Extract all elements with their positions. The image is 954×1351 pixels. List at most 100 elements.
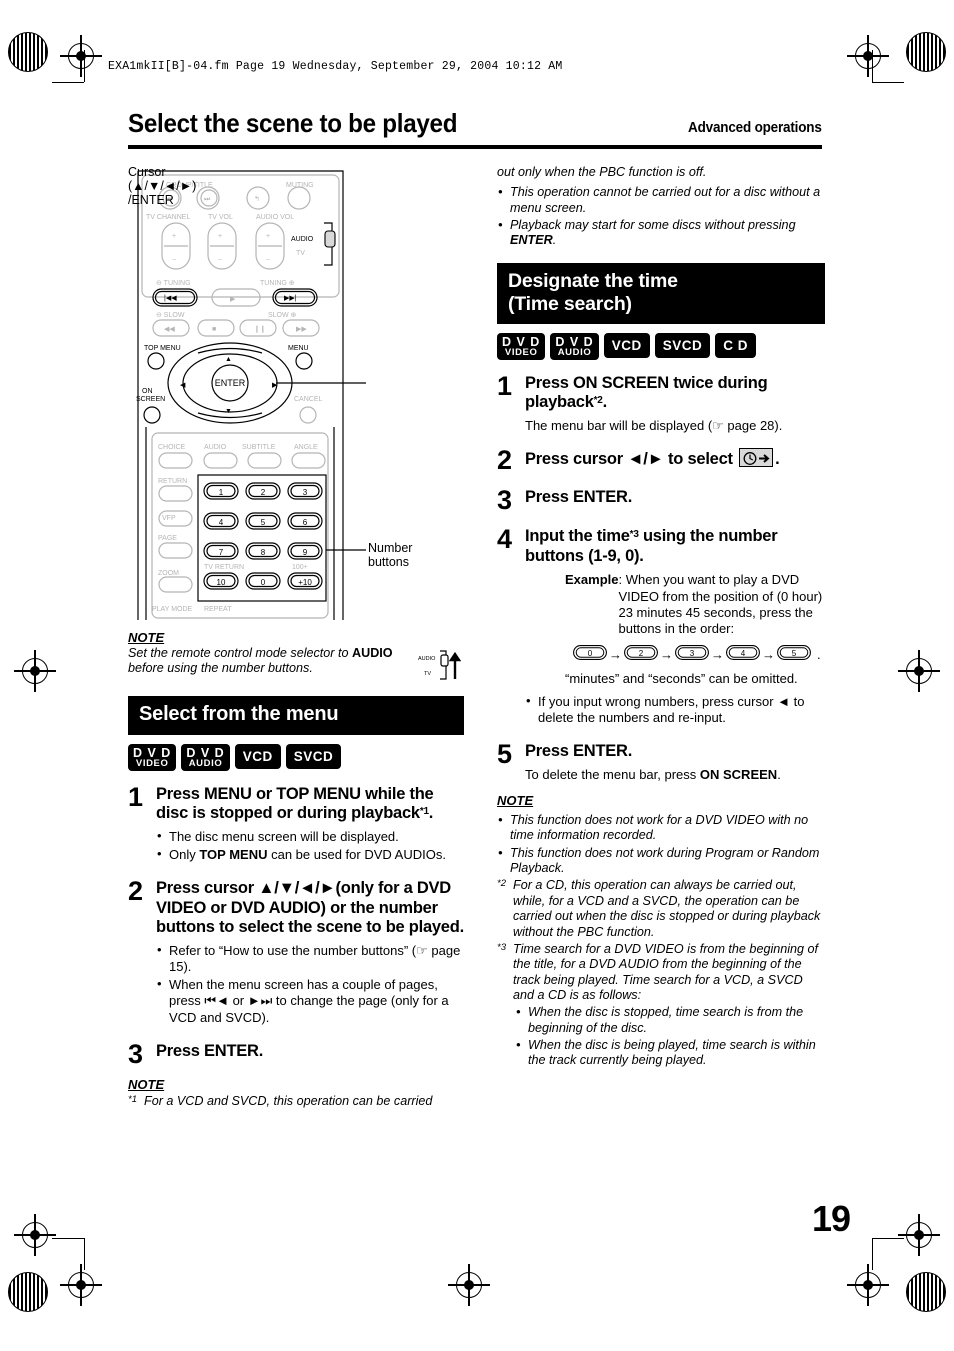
footnote-3: *3 Time search for a DVD VIDEO is from t…: [497, 942, 825, 1069]
list-item: This operation cannot be carried out for…: [497, 184, 825, 216]
step-title-post: .: [775, 450, 780, 469]
step-title: Press MENU or TOP MENU while the disc is…: [156, 785, 464, 824]
footnote-text: For a VCD and SVCD, this operation can b…: [144, 1094, 433, 1109]
step-title: Press ENTER.: [525, 487, 633, 506]
svg-text:TV VOL: TV VOL: [208, 214, 233, 221]
step-4-bullets: If you input wrong numbers, press cursor…: [525, 693, 825, 727]
bullet-text: Playback may start for some discs withou…: [510, 218, 796, 233]
registration-target-bottom-right2: [847, 1264, 889, 1306]
registration-circle-bottom-left: [8, 1272, 48, 1312]
svg-text:MENU: MENU: [288, 345, 309, 352]
step-2-left: 2 Press cursor ▲/▼/◄/►(only for a DVD VI…: [128, 876, 464, 1028]
page-title: Select the scene to be played: [128, 108, 458, 138]
banner-line1: Designate the time: [508, 269, 678, 292]
badge-dvd-audio: D V D AUDIO: [181, 743, 230, 771]
remote-control-diagram: .ln { fill:none; stroke:#000; stroke-wid…: [136, 170, 366, 620]
list-item: If you input wrong numbers, press cursor…: [525, 693, 825, 727]
step-title: Press ENTER.: [525, 742, 633, 761]
key-button-4: 4: [726, 645, 760, 664]
svg-text:TOP MENU: TOP MENU: [144, 345, 181, 352]
svg-text:⊖ SLOW: ⊖ SLOW: [156, 312, 185, 319]
note-heading: NOTE: [128, 630, 165, 645]
footnote-marker: *3: [497, 941, 506, 953]
note-heading: NOTE: [128, 1077, 165, 1093]
svg-text:MUTING: MUTING: [286, 182, 314, 189]
step-title-end: .: [602, 393, 608, 412]
step-number: 1: [128, 781, 144, 812]
list-item: When the menu screen has a couple of pag…: [156, 976, 464, 1026]
step-3-left: 3 Press ENTER.: [128, 1040, 464, 1068]
section-banner-designate-time: Designate the time (Time search): [497, 262, 825, 324]
list-item: This function does not work for a DVD VI…: [497, 812, 825, 844]
badge-line1: D V D: [186, 745, 225, 760]
arrow-icon: →: [762, 646, 775, 662]
note-text-a: Set the remote control mode selector to: [128, 646, 353, 660]
svg-text:AUDIO: AUDIO: [291, 236, 314, 243]
example-block: Example : When you want to play a DVD VI…: [565, 572, 825, 687]
svg-text:RETURN: RETURN: [158, 478, 187, 485]
bullet-text: The disc menu screen will be displayed.: [169, 828, 399, 844]
sub-text-bold: ON SCREEN: [699, 766, 778, 782]
svg-text:TV CHANNEL: TV CHANNEL: [146, 214, 190, 221]
bullet-text-end: .: [552, 233, 557, 248]
key-button-3: 3: [675, 645, 709, 664]
mode-selector-icon: AUDIO TV: [418, 648, 464, 682]
step-title: Press cursor ◄/► to select .: [525, 448, 825, 469]
badge-svcd: SVCD: [285, 743, 342, 769]
svg-text:⏭: ⏭: [204, 196, 211, 203]
svg-text:TUNING ⊕: TUNING ⊕: [260, 280, 295, 287]
step-title-text: Press MENU or TOP MENU while the disc is…: [156, 784, 434, 823]
svg-text:VFP: VFP: [162, 515, 176, 522]
step-title: Press ENTER.: [156, 1041, 264, 1060]
list-item: Only TOP MENU can be used for DVD AUDIOs…: [156, 846, 464, 863]
note-left-bottom: NOTE *1 For a VCD and SVCD, this operati…: [128, 1077, 464, 1109]
example-label: Example: [565, 572, 619, 588]
svg-text:1: 1: [219, 488, 224, 497]
svg-text:|◀◀: |◀◀: [164, 295, 177, 302]
sub-text-end: .: [777, 766, 781, 782]
step-number: 5: [497, 739, 513, 770]
note-heading: NOTE: [497, 793, 534, 809]
crop-mark-bottom-right-v: [872, 1238, 873, 1270]
step-number: 2: [128, 876, 144, 907]
svg-text:↰: ↰: [254, 195, 260, 203]
sequence-period: .: [817, 646, 821, 662]
svg-text:▶▶: ▶▶: [296, 326, 307, 333]
left-column: .ln { fill:none; stroke:#000; stroke-wid…: [128, 165, 464, 1110]
step-sub-text: The menu bar will be displayed (☞ page 2…: [525, 417, 783, 433]
svg-text:PAGE: PAGE: [158, 535, 177, 542]
section-banner-select-from-menu: Select from the menu: [128, 696, 464, 735]
list-item: When the disc is stopped, time search is…: [515, 1004, 825, 1036]
continued-bullets: This operation cannot be carried out for…: [497, 184, 825, 248]
note-remote-mode-text: Set the remote control mode selector to …: [128, 646, 412, 677]
footnote-2: *2 For a CD, this operation can always b…: [497, 878, 825, 939]
svg-text:8: 8: [261, 548, 266, 557]
page-number: 19: [811, 1198, 851, 1239]
registration-target-bottom-left: [14, 1214, 56, 1256]
svg-text:REPEAT: REPEAT: [204, 606, 232, 613]
footnote-marker: *2: [497, 878, 506, 890]
crop-mark-top-right-h: [872, 82, 904, 83]
step-title-end: .: [428, 804, 434, 823]
svg-text:−: −: [266, 257, 270, 264]
callout-cursor-line3: /ENTER: [128, 193, 174, 207]
svg-text:2: 2: [639, 649, 644, 658]
crop-mark-bottom-left-v: [84, 1238, 85, 1270]
footnote-marker: *1: [128, 1094, 137, 1106]
step-title-text: Press ON SCREEN twice during playback: [525, 373, 768, 412]
bullet-bold: TOP MENU: [199, 846, 268, 862]
badge-line2: VIDEO: [135, 757, 169, 769]
step-title-pre: Press cursor ◄/► to select: [525, 450, 738, 469]
crop-mark-top-left-h: [52, 82, 84, 83]
badge-line2: VIDEO: [504, 346, 538, 358]
footnote-1: *1 For a VCD and SVCD, this operation ca…: [128, 1094, 464, 1109]
note-bullets: This function does not work for a DVD VI…: [497, 812, 825, 876]
svg-text:7: 7: [219, 548, 224, 557]
svg-text:−: −: [172, 257, 176, 264]
registration-circle-bottom-right: [906, 1272, 946, 1312]
svg-text:ANGLE: ANGLE: [294, 444, 318, 451]
title-divider: [128, 145, 822, 149]
step-title: Press ON SCREEN twice during playback*2.: [525, 374, 825, 413]
time-search-menu-icon: [739, 448, 774, 468]
svg-text:CANCEL: CANCEL: [294, 396, 323, 403]
